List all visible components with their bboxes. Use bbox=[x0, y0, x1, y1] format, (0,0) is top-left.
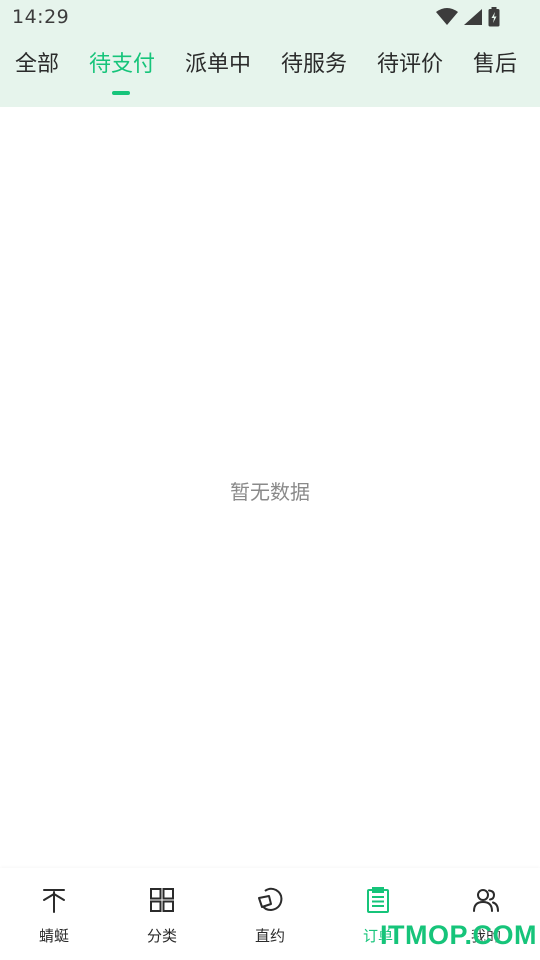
tab-label: 待服务 bbox=[281, 52, 348, 77]
nav-item-home[interactable]: 蜻蜓 bbox=[0, 868, 108, 960]
nav-label: 直约 bbox=[254, 927, 285, 945]
nav-item-direct-booking[interactable]: 直约 bbox=[216, 868, 324, 960]
tab-all[interactable]: 全部 bbox=[15, 46, 59, 96]
tab-label: 全部 bbox=[15, 52, 60, 77]
tab-pending-service[interactable]: 待服务 bbox=[281, 46, 347, 96]
user-group-icon bbox=[472, 886, 500, 914]
chat-bubble-icon bbox=[256, 886, 284, 914]
status-icons bbox=[436, 7, 500, 27]
nav-label: 蜻蜓 bbox=[38, 927, 69, 945]
header: 14:29 全部 待支付 派单中 待服务 待评价 售后 bbox=[0, 0, 540, 107]
tab-label: 待评价 bbox=[377, 52, 444, 77]
tab-label: 派单中 bbox=[185, 52, 252, 77]
cellular-signal-icon bbox=[463, 8, 483, 26]
dragonfly-icon bbox=[40, 886, 68, 914]
active-tab-indicator bbox=[112, 91, 130, 95]
status-time: 14:29 bbox=[12, 6, 70, 28]
tab-dispatching[interactable]: 派单中 bbox=[185, 46, 251, 96]
watermark: ITMOP.COM bbox=[380, 920, 538, 950]
clipboard-list-icon bbox=[364, 886, 392, 914]
nav-label: 分类 bbox=[146, 927, 177, 945]
order-status-tabs: 全部 待支付 派单中 待服务 待评价 售后 bbox=[0, 46, 540, 96]
wifi-icon bbox=[436, 8, 458, 26]
tab-pending-review[interactable]: 待评价 bbox=[377, 46, 443, 96]
grid-icon bbox=[148, 886, 176, 914]
battery-charging-icon bbox=[488, 7, 500, 27]
tab-after-sales[interactable]: 售后 bbox=[473, 46, 517, 96]
tab-label: 待支付 bbox=[89, 52, 156, 77]
empty-state-text: 暂无数据 bbox=[230, 480, 310, 504]
status-bar: 14:29 bbox=[0, 0, 540, 34]
tab-label: 售后 bbox=[473, 52, 518, 77]
nav-item-category[interactable]: 分类 bbox=[108, 868, 216, 960]
tab-pending-payment[interactable]: 待支付 bbox=[89, 46, 155, 96]
